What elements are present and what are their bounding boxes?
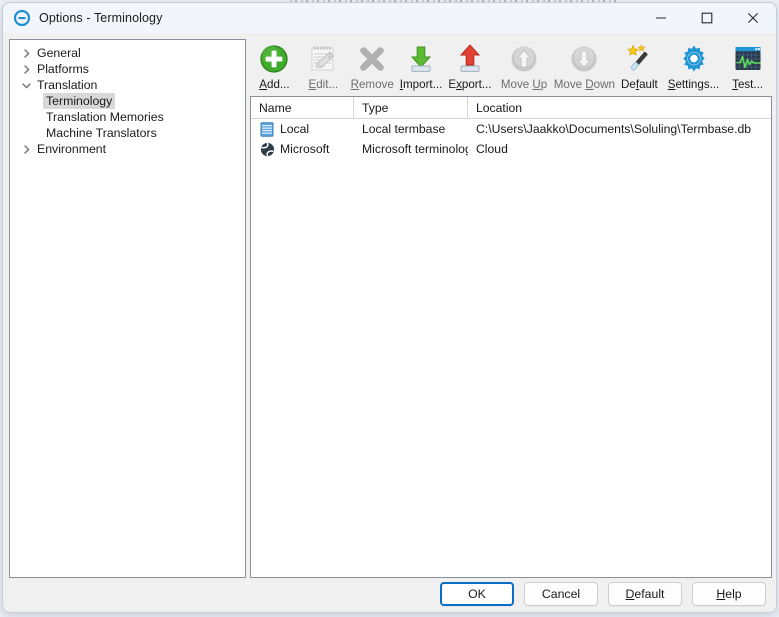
table-row[interactable]: Microsoft Microsoft terminology Cloud: [251, 139, 771, 159]
toolbar-button-label: Move Up: [500, 78, 548, 91]
sidebar-item-label: Terminology: [43, 93, 116, 109]
toolbar-button-label: Settings...: [667, 78, 720, 91]
move-up-icon: [509, 43, 539, 75]
magic-wand-icon: [624, 43, 654, 75]
minimize-icon[interactable]: [638, 3, 684, 33]
toolbar-button-remove: Remove: [348, 39, 397, 96]
termbase-list[interactable]: Name Type Location Local Local termbase C:\U…: [250, 96, 772, 578]
sidebar-item-translation-memories[interactable]: Translation Memories: [10, 109, 245, 125]
remove-cross-icon: [357, 43, 387, 75]
sidebar-item-machine-translators[interactable]: Machine Translators: [10, 125, 245, 141]
test-monitor-icon: [733, 43, 763, 75]
close-icon[interactable]: [730, 3, 776, 33]
toolbar-button-default[interactable]: Default: [615, 39, 664, 96]
window-controls: [638, 3, 776, 33]
edit-pencil-icon: [308, 43, 338, 75]
ok-button[interactable]: OK: [440, 582, 514, 606]
sidebar-item-label: Environment: [37, 142, 107, 156]
toolbar-button-label: Remove: [350, 78, 394, 91]
table-row[interactable]: Local Local termbase C:\Users\Jaakko\Docum…: [251, 119, 771, 139]
sidebar-item-general[interactable]: General: [10, 45, 245, 61]
maximize-icon[interactable]: [684, 3, 730, 33]
sidebar-item-environment[interactable]: Environment: [10, 141, 245, 157]
chevron-right-icon[interactable]: [18, 141, 34, 157]
column-header-location[interactable]: Location: [468, 97, 771, 118]
sidebar-item-label: Translation Memories: [46, 110, 164, 124]
move-down-icon: [569, 43, 599, 75]
cell-name-text: Microsoft: [280, 142, 330, 156]
default-button[interactable]: Default: [608, 582, 682, 606]
globe-cloud-icon: [259, 141, 275, 157]
options-tree[interactable]: General Platforms Translation Terminology Tr…: [9, 39, 246, 578]
add-plus-icon: [259, 43, 289, 75]
termbase-database-icon: [259, 121, 275, 137]
column-header-name[interactable]: Name: [251, 97, 354, 118]
import-down-arrow-icon: [406, 43, 436, 75]
cell-location: Cloud: [476, 142, 508, 156]
cancel-button[interactable]: Cancel: [524, 582, 598, 606]
toolbar-button-label: Move Down: [553, 78, 615, 91]
chevron-right-icon[interactable]: [18, 45, 34, 61]
dialog-buttons: OK Cancel Default Help: [3, 576, 776, 612]
options-circle-icon: [14, 10, 30, 26]
title-bar: Options - Terminology: [3, 3, 776, 33]
terminology-page: Add... Edit... Remove Import... Export..…: [250, 39, 772, 578]
toolbar-button-label: Export...: [448, 78, 492, 91]
sidebar-item-label: Platforms: [37, 62, 89, 76]
toolbar-button-move-down: Move Down: [554, 39, 615, 96]
cell-type: Local termbase: [362, 122, 446, 136]
sidebar-item-terminology[interactable]: Terminology: [10, 93, 245, 109]
toolbar-button-label: Test...: [732, 78, 764, 91]
list-header: Name Type Location: [251, 97, 771, 119]
toolbar-button-label: Import...: [399, 78, 443, 91]
sidebar-item-platforms[interactable]: Platforms: [10, 61, 245, 77]
toolbar-button-label: Edit...: [308, 78, 339, 91]
window-title: Options - Terminology: [39, 11, 163, 25]
gear-icon: [679, 43, 709, 75]
help-button[interactable]: Help: [692, 582, 766, 606]
toolbar-button-move-up: Move Up: [494, 39, 553, 96]
toolbar-button-edit: Edit...: [299, 39, 348, 96]
toolbar-button-import[interactable]: Import...: [397, 39, 446, 96]
list-body: Local Local termbase C:\Users\Jaakko\Docum…: [251, 119, 771, 159]
toolbar-button-label: Default: [621, 78, 658, 91]
cell-name: Microsoft: [251, 141, 354, 157]
chevron-down-icon[interactable]: [18, 77, 34, 93]
toolbar-button-label: Add...: [259, 78, 290, 91]
toolbar-button-test[interactable]: Test...: [723, 39, 772, 96]
cell-name-text: Local: [280, 122, 310, 136]
toolbar-button-settings[interactable]: Settings...: [664, 39, 723, 96]
sidebar-item-label: Machine Translators: [46, 126, 157, 140]
screen: Options - Terminology General Platforms Tr…: [0, 0, 779, 617]
cell-type: Microsoft terminology: [362, 142, 468, 156]
chevron-right-icon[interactable]: [18, 61, 34, 77]
sidebar-item-label: General: [37, 46, 81, 60]
export-up-arrow-icon: [455, 43, 485, 75]
column-header-type[interactable]: Type: [354, 97, 468, 118]
terminology-toolbar: Add... Edit... Remove Import... Export..…: [250, 39, 772, 96]
options-dialog: Options - Terminology General Platforms Tr…: [2, 2, 777, 613]
sidebar-item-label: Translation: [37, 78, 98, 92]
toolbar-button-add[interactable]: Add...: [250, 39, 299, 96]
sidebar-item-translation[interactable]: Translation: [10, 77, 245, 93]
cell-location: C:\Users\Jaakko\Documents\Soluling\Termb…: [476, 122, 752, 136]
toolbar-button-export[interactable]: Export...: [446, 39, 495, 96]
cell-name: Local: [251, 121, 354, 137]
